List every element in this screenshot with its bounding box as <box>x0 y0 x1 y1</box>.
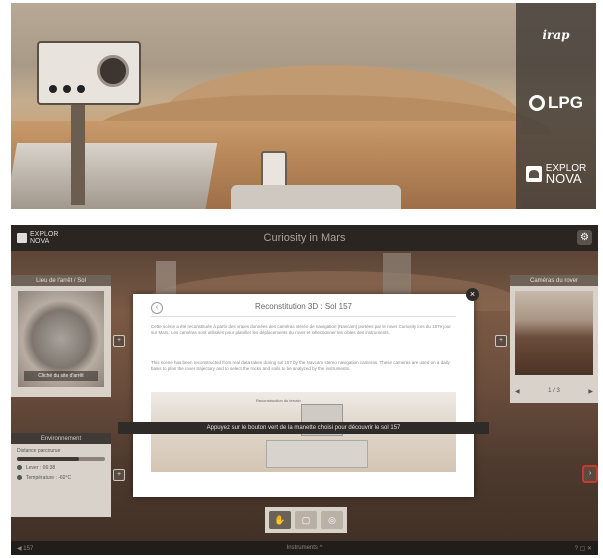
camera-panel: Caméras du rover ◀ 1 / 3 ▶ <box>510 275 598 403</box>
distance-label: Distance parcourue <box>17 448 61 454</box>
close-button[interactable]: × <box>466 288 479 301</box>
hero-banner: irap LPG EXPLOR NOVA <box>11 3 596 209</box>
footer-left[interactable]: ◀ 157 <box>17 545 33 552</box>
site-photo[interactable]: Cliché du site d'arrêt <box>18 291 104 387</box>
rover-camera-eye <box>63 85 71 93</box>
app-footer: ◀ 157 Instruments ^ ? ▢ ✕ <box>11 541 598 555</box>
rover-model-body <box>266 440 368 468</box>
pager-text: 1 / 3 <box>548 388 560 394</box>
site-panel-title: Lieu de l'arrêt / Sol <box>11 275 111 286</box>
sunrise-row: Lever : 06:38 <box>11 461 111 471</box>
temperature-row: Température : -60°C <box>11 471 111 481</box>
figure-label: Reconstruction du terrain <box>256 398 301 403</box>
rover-camera-head <box>37 41 141 105</box>
modal-paragraph-fr: Cette scène a été reconstituée à partir … <box>151 324 451 335</box>
thermometer-icon <box>17 475 22 481</box>
camera-photo[interactable] <box>515 291 593 375</box>
camera-pager: ◀ 1 / 3 ▶ <box>515 385 593 397</box>
hand-tool-button[interactable]: ✋ <box>269 511 291 529</box>
gear-icon: ⚙ <box>580 232 589 243</box>
site-photo-caption: Cliché du site d'arrêt <box>24 371 98 381</box>
view-toolbar: ✋ ▢ ◎ <box>265 507 347 533</box>
pager-prev-button[interactable]: ◀ <box>515 388 520 395</box>
site-photo-panel: Lieu de l'arrêt / Sol Cliché du site d'a… <box>11 275 111 397</box>
instruction-banner: Appuyez sur le bouton vert de la manette… <box>118 422 489 434</box>
instruments-menu[interactable]: Instruments ^ <box>287 545 323 551</box>
app-title: Curiosity in Mars <box>263 232 346 244</box>
explornova-logo: EXPLOR NOVA <box>525 163 587 186</box>
rover-lens <box>97 55 129 87</box>
explornova-mark-icon <box>17 233 27 243</box>
pager-next-button[interactable]: ▶ <box>588 388 593 395</box>
sun-icon <box>17 465 22 471</box>
target-icon: ◎ <box>328 514 336 525</box>
camera-panel-title: Caméras du rover <box>510 275 598 286</box>
app-screen: EXPLOR NOVA Curiosity in Mars ⚙ Lieu de … <box>11 225 598 555</box>
modal-paragraph-en: This scene has been reconstructed from r… <box>151 360 450 371</box>
app-header: EXPLOR NOVA Curiosity in Mars ⚙ <box>11 225 598 251</box>
app-logo: EXPLOR NOVA <box>17 231 58 245</box>
app-logo-text: EXPLOR NOVA <box>30 231 58 245</box>
environment-panel-title: Environnement <box>11 433 111 444</box>
settings-button[interactable]: ⚙ <box>577 230 592 245</box>
irap-logo-text: irap <box>542 28 570 43</box>
hand-icon: ✋ <box>274 514 286 525</box>
temperature-text: Température : -60°C <box>26 475 72 481</box>
environment-expand-button[interactable]: + <box>113 469 125 481</box>
reconstruction-modal: ‹ Reconstitution 3D : Sol 157 × Cette sc… <box>118 288 489 497</box>
modal-title: Reconstitution 3D : Sol 157 <box>255 302 352 311</box>
environment-panel: Environnement Distance parcourue Lever :… <box>11 433 111 517</box>
lpg-logo: LPG <box>529 93 583 113</box>
explornova-mark-icon <box>525 165 542 182</box>
modal-divider <box>151 316 456 317</box>
target-tool-button[interactable]: ◎ <box>321 511 343 529</box>
rover-deck <box>11 143 218 209</box>
frame-tool-button[interactable]: ▢ <box>295 511 317 529</box>
partner-logos: irap LPG EXPLOR NOVA <box>516 3 596 209</box>
footer-right-controls[interactable]: ? ▢ ✕ <box>575 545 592 552</box>
site-panel-expand-button[interactable]: + <box>113 335 125 347</box>
next-view-button[interactable]: › <box>582 465 598 483</box>
lpg-mark-icon <box>529 94 546 111</box>
rover-camera-eye <box>77 85 85 93</box>
explornova-text: EXPLOR NOVA <box>545 163 587 186</box>
app-logo-line2: NOVA <box>30 238 50 245</box>
explornova-line2: NOVA <box>545 170 582 186</box>
camera-panel-expand-button[interactable]: + <box>495 335 507 347</box>
rover-base <box>231 185 401 209</box>
sunrise-text: Lever : 06:38 <box>26 465 56 471</box>
rover-camera-eye <box>49 85 57 93</box>
frame-icon: ▢ <box>301 514 311 525</box>
lpg-logo-text: LPG <box>548 92 583 112</box>
irap-logo: irap <box>542 28 569 42</box>
app-logo-line1: EXPLOR <box>30 231 59 238</box>
